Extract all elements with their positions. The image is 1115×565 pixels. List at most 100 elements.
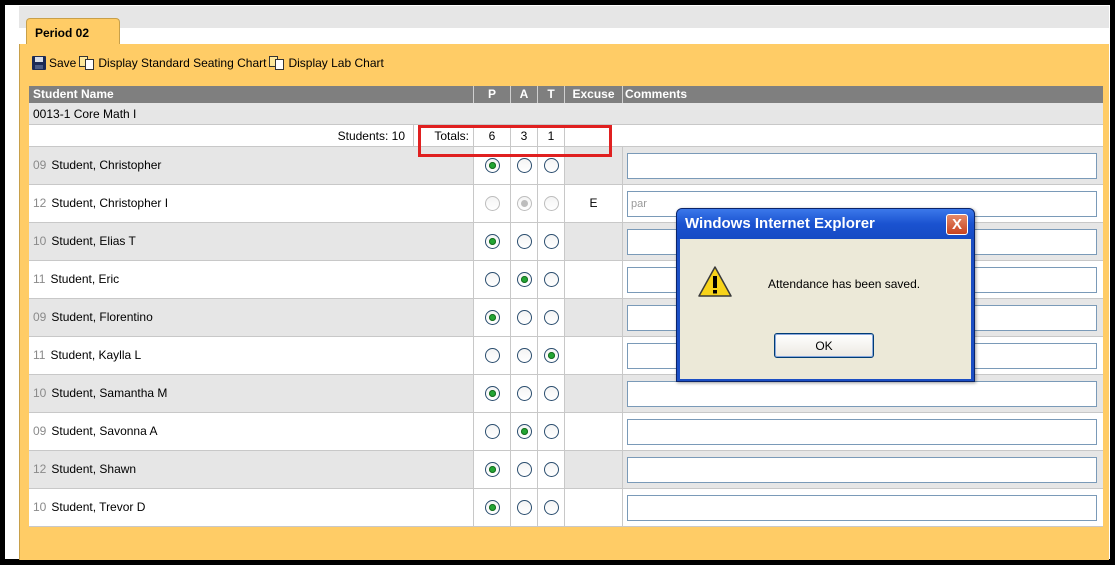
header-present[interactable]: P [473,86,510,103]
header-tardy[interactable]: T [537,86,564,103]
dialog-title[interactable]: Windows Internet Explorer [677,209,974,239]
table-row: 09 Student, Christopher [29,147,1103,185]
radio-tardy[interactable] [543,272,559,287]
radio-cell-p [473,337,510,374]
excuse-cell [564,413,622,450]
display-standard-seating-chart-button[interactable]: Display Standard Seating Chart [79,56,266,70]
student-name: Student, Christopher [51,158,162,172]
comment-cell [622,489,1103,526]
radio-cell-p [473,147,510,184]
radio-cell-t [537,375,564,412]
grade-level: 11 [33,348,46,362]
radio-absent[interactable] [516,310,532,325]
radio-present[interactable] [484,348,500,363]
radio-absent[interactable] [516,272,532,287]
student-name-cell: 10 Student, Elias T [29,223,473,260]
comment-input[interactable] [627,457,1097,483]
radio-present[interactable] [484,386,500,401]
grade-level: 10 [33,234,47,248]
comment-cell [622,413,1103,450]
radio-cell-a [510,223,537,260]
student-name-cell: 09 Student, Savonna A [29,413,473,450]
radio-cell-a [510,185,537,222]
total-present: 6 [473,125,510,146]
table-row: 09 Student, Savonna A [29,413,1103,451]
radio-tardy[interactable] [543,234,559,249]
radio-present[interactable] [484,234,500,249]
header-student-name[interactable]: Student Name [29,86,473,103]
radio-cell-a [510,489,537,526]
tab-strip [19,6,1109,28]
save-button[interactable]: Save [32,56,76,70]
radio-present[interactable] [484,272,500,287]
header-comments: Comments [622,86,1103,103]
student-name: Student, Kaylla L [50,348,142,362]
comment-input[interactable] [627,153,1097,179]
radio-tardy[interactable] [543,348,559,363]
radio-present[interactable] [484,310,500,325]
total-tardy: 1 [537,125,564,146]
tab-period-02[interactable]: Period 02 [26,18,120,44]
excuse-cell [564,375,622,412]
radio-cell-a [510,375,537,412]
radio-present[interactable] [484,500,500,515]
student-name: Student, Savonna A [51,424,158,438]
excuse-cell: E [564,185,622,222]
radio-cell-p [473,451,510,488]
comment-input[interactable] [627,495,1097,521]
save-label: Save [49,56,77,70]
radio-present[interactable] [484,158,500,173]
course-row: 0013-1 Core Math I [29,103,1103,125]
radio-absent[interactable] [516,462,532,477]
radio-cell-t [537,299,564,336]
student-name-cell: 09 Student, Christopher [29,147,473,184]
radio-tardy[interactable] [543,158,559,173]
radio-absent[interactable] [516,158,532,173]
radio-tardy[interactable] [543,386,559,401]
toolbar: Save Display Standard Seating Chart Disp… [32,55,387,71]
student-name-cell: 10 Student, Samantha M [29,375,473,412]
radio-present[interactable] [484,462,500,477]
ok-button[interactable]: OK [774,333,874,358]
radio-absent[interactable] [516,424,532,439]
excuse-cell [564,451,622,488]
student-name: Student, Shawn [51,462,137,476]
radio-cell-a [510,451,537,488]
radio-absent[interactable] [516,386,532,401]
student-name: Student, Elias T [51,234,136,248]
radio-cell-t [537,261,564,298]
radio-cell-a [510,337,537,374]
radio-absent[interactable] [516,348,532,363]
grade-level: 12 [33,462,47,476]
radio-tardy[interactable] [543,310,559,325]
student-name: Student, Christopher I [51,196,169,210]
student-name: Student, Samantha M [51,386,168,400]
comment-input[interactable] [627,419,1097,445]
header-absent[interactable]: A [510,86,537,103]
radio-absent[interactable] [516,500,532,515]
standard-chart-label: Display Standard Seating Chart [98,56,267,70]
radio-present [484,196,500,211]
comment-input[interactable] [627,381,1097,407]
comment-cell [622,451,1103,488]
radio-cell-a [510,413,537,450]
radio-cell-p [473,489,510,526]
radio-tardy [543,196,559,211]
excuse-cell [564,261,622,298]
close-icon[interactable]: X [946,214,968,235]
radio-cell-t [537,489,564,526]
grade-level: 12 [33,196,47,210]
radio-cell-t [537,337,564,374]
radio-present[interactable] [484,424,500,439]
radio-cell-p [473,223,510,260]
radio-absent[interactable] [516,234,532,249]
radio-tardy[interactable] [543,424,559,439]
radio-cell-t [537,147,564,184]
display-lab-chart-button[interactable]: Display Lab Chart [269,56,384,70]
radio-cell-a [510,147,537,184]
radio-tardy[interactable] [543,500,559,515]
radio-tardy[interactable] [543,462,559,477]
student-name-cell: 11 Student, Eric [29,261,473,298]
copy-document-icon [269,56,285,70]
grade-level: 09 [33,158,47,172]
